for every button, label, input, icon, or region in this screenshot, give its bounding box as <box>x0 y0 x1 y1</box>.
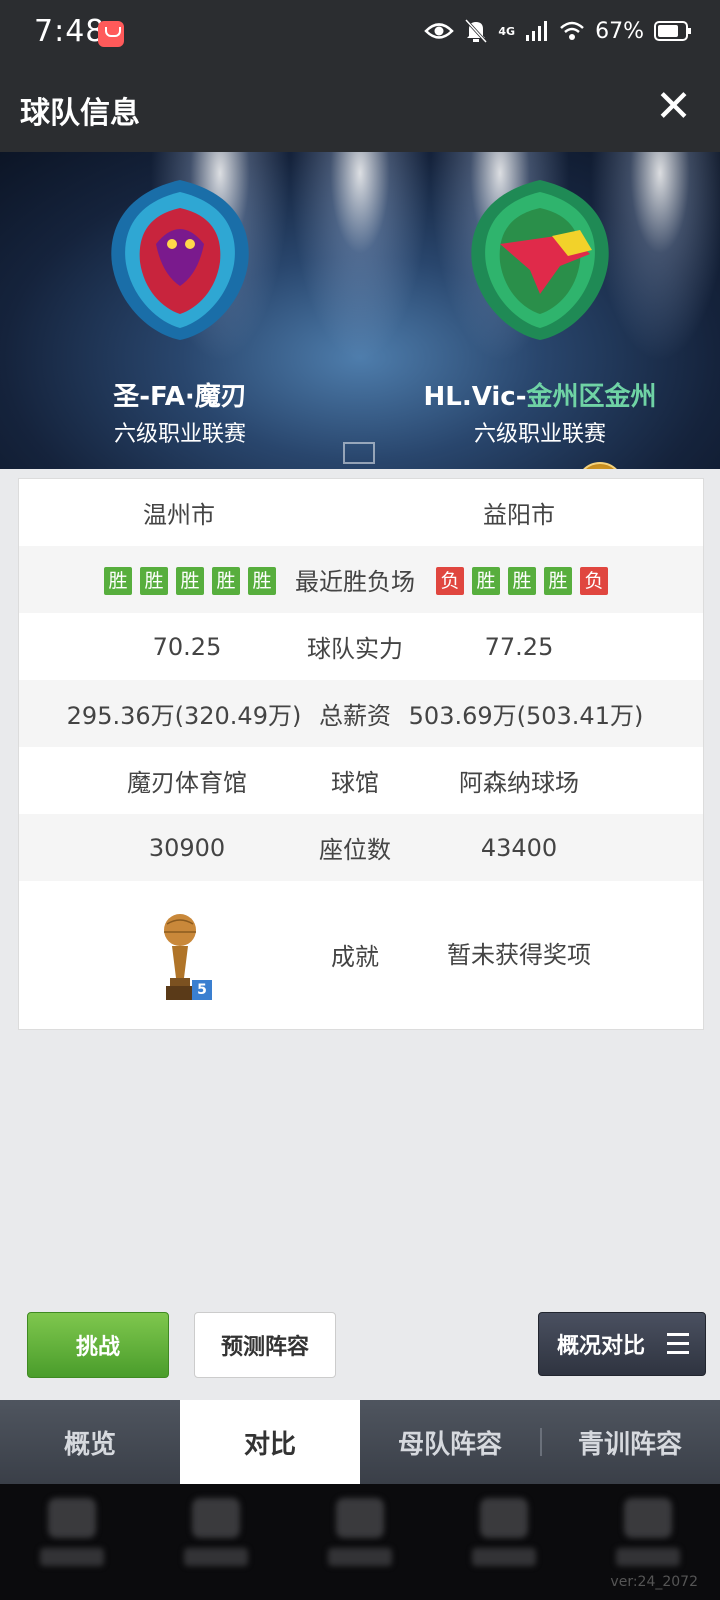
bottom-nav-item[interactable] <box>144 1484 288 1600</box>
result-badge: 胜 <box>544 566 572 595</box>
result-badge: 负 <box>436 566 464 595</box>
home-team-logo[interactable] <box>100 174 260 344</box>
eye-icon <box>424 23 455 39</box>
strength-row: 70.25 球队实力 77.25 <box>19 613 703 680</box>
battery-icon <box>654 21 691 41</box>
city-row: 温州市 益阳市 <box>19 479 703 546</box>
blurred-nav-icon <box>480 1498 528 1538</box>
network-label: 4G <box>498 24 516 38</box>
result-badge: 负 <box>580 566 608 595</box>
arena-label: 球馆 <box>331 769 379 797</box>
title-bar: 球队信息 ✕ <box>0 68 720 152</box>
result-badge: 胜 <box>212 566 240 595</box>
tab-youth-roster[interactable]: 青训阵容 <box>540 1400 720 1484</box>
salary-row: 295.36万(320.49万) 总薪资 503.69万(503.41万) <box>19 680 703 747</box>
result-badge: 胜 <box>508 566 536 595</box>
status-icons: 4G 67% <box>424 18 692 44</box>
wifi-icon <box>560 21 584 40</box>
comparison-card: 温州市 益阳市 胜胜胜胜胜 最近胜负场 负胜胜胜负 70.25 球队实力 77.… <box>18 478 704 1030</box>
home-team-league: 六级职业联赛 <box>113 422 246 447</box>
tab-overview[interactable]: 概览 <box>0 1400 180 1484</box>
result-badge: 胜 <box>140 566 168 595</box>
away-salary: 503.69万(503.41万) <box>408 702 644 730</box>
challenge-button[interactable]: 挑战 <box>27 1312 169 1378</box>
status-bar: 7:48 4G 67% <box>0 0 720 68</box>
home-salary: 295.36万(320.49万) <box>66 702 302 730</box>
away-arena: 阿森纳球场 <box>459 769 579 797</box>
blurred-nav-icon <box>336 1498 384 1538</box>
tab-parent-roster[interactable]: 母队阵容 <box>360 1400 540 1484</box>
away-team-logo[interactable] <box>460 174 620 344</box>
away-strength: 77.25 <box>484 632 554 661</box>
predict-lineup-button[interactable]: 预测阵容 <box>194 1312 336 1378</box>
achievements-label: 成就 <box>331 943 379 971</box>
bottom-nav-item[interactable] <box>432 1484 576 1600</box>
blurred-nav-label <box>328 1548 392 1566</box>
away-team: HL.Vic-金州区金州 六级职业联赛 <box>360 152 720 469</box>
trophy-count-badge: 5 <box>192 980 212 1000</box>
seats-label: 座位数 <box>319 836 391 864</box>
home-team-name: 圣-FA·魔刃 <box>113 382 247 412</box>
bottom-nav-item[interactable] <box>0 1484 144 1600</box>
blurred-nav-label <box>616 1548 680 1566</box>
seats-row: 30900 座位数 43400 <box>19 814 703 881</box>
blurred-nav-label <box>472 1548 536 1566</box>
page-title: 球队信息 <box>20 96 140 131</box>
home-arena: 魔刃体育馆 <box>127 769 247 797</box>
recent-results-label: 最近胜负场 <box>295 568 415 596</box>
away-team-name-highlight: 金州区金州 <box>526 382 657 412</box>
result-badge: 胜 <box>104 566 132 595</box>
blurred-nav-icon <box>624 1498 672 1538</box>
close-icon[interactable]: ✕ <box>655 82 692 132</box>
blurred-nav-label <box>184 1548 248 1566</box>
overview-compare-button[interactable]: 概况对比 <box>538 1312 706 1376</box>
result-badge: 胜 <box>248 566 276 595</box>
recent-results-row: 胜胜胜胜胜 最近胜负场 负胜胜胜负 <box>19 546 703 613</box>
home-strength: 70.25 <box>152 632 222 661</box>
signal-icon <box>526 21 548 41</box>
away-team-league: 六级职业联赛 <box>473 422 606 447</box>
blurred-nav-icon <box>192 1498 240 1538</box>
away-team-name-prefix: HL.Vic- <box>423 382 527 412</box>
menu-icon <box>667 1333 689 1355</box>
away-seats: 43400 <box>480 833 558 862</box>
home-recent-results: 胜胜胜胜胜 <box>95 565 285 595</box>
home-city: 温州市 <box>143 501 215 529</box>
away-recent-results: 负胜胜胜负 <box>427 565 617 595</box>
arena-row: 魔刃体育馆 球馆 阿森纳球场 <box>19 747 703 814</box>
strength-label: 球队实力 <box>307 635 403 663</box>
blurred-nav-icon <box>48 1498 96 1538</box>
home-team: 圣-FA·魔刃 六级职业联赛 <box>0 152 360 469</box>
battery-percent: 67% <box>595 18 644 44</box>
away-team-name: HL.Vic-金州区金州 <box>360 376 720 413</box>
bottom-nav-item[interactable] <box>288 1484 432 1600</box>
result-badge: 胜 <box>472 566 500 595</box>
app-notification-icon <box>98 21 124 47</box>
overview-compare-label: 概况对比 <box>557 1334 646 1359</box>
blurred-nav-label <box>40 1548 104 1566</box>
salary-label: 总薪资 <box>319 702 391 730</box>
clock: 7:48 <box>34 14 106 49</box>
tab-compare[interactable]: 对比 <box>180 1400 360 1484</box>
version-label: ver:24_2072 <box>610 1574 698 1590</box>
home-seats: 30900 <box>148 833 226 862</box>
away-city: 益阳市 <box>483 501 555 529</box>
bell-off-icon <box>465 18 488 44</box>
team-banner: 圣-FA·魔刃 六级职业联赛 HL.Vic-金州区金州 六级职业联赛 <box>0 152 720 469</box>
achievements-row: 成就 暂未获得奖项 <box>19 881 703 1027</box>
tab-bar: 概览 对比 母队阵容 青训阵容 <box>0 1400 720 1484</box>
result-badge: 胜 <box>176 566 204 595</box>
away-achievements: 暂未获得奖项 <box>447 941 591 969</box>
